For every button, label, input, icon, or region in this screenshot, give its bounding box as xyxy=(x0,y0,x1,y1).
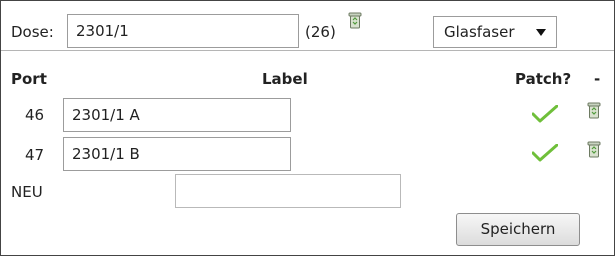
checkmark-icon[interactable] xyxy=(532,105,558,123)
section-divider xyxy=(1,50,614,51)
new-row-label: NEU xyxy=(11,183,43,201)
dose-label: Dose: xyxy=(11,23,54,41)
save-button[interactable]: Speichern xyxy=(456,213,580,246)
trash-bin-icon[interactable] xyxy=(348,12,362,29)
port-number: 47 xyxy=(25,146,45,164)
cable-type-select[interactable]: Glasfaser xyxy=(433,16,557,48)
new-port-label-input[interactable] xyxy=(175,174,401,208)
cable-type-value: Glasfaser xyxy=(444,23,515,41)
dose-input[interactable]: 2301/1 xyxy=(67,14,299,48)
header-port: Port xyxy=(11,70,47,88)
port-label-input[interactable]: 2301/1 A xyxy=(63,98,291,132)
dose-count: (26) xyxy=(305,23,336,41)
port-label-input[interactable]: 2301/1 B xyxy=(63,137,291,171)
chevron-down-icon xyxy=(536,28,546,36)
header-remove: - xyxy=(594,70,601,88)
port-number: 46 xyxy=(25,106,45,124)
header-patch: Patch? xyxy=(515,70,572,88)
trash-bin-icon[interactable] xyxy=(587,141,601,158)
dose-editor-panel: Dose: 2301/1 (26) Glasfaser Port Label P… xyxy=(0,0,615,256)
checkmark-icon[interactable] xyxy=(532,144,558,162)
header-label: Label xyxy=(262,70,308,88)
trash-bin-icon[interactable] xyxy=(587,102,601,119)
